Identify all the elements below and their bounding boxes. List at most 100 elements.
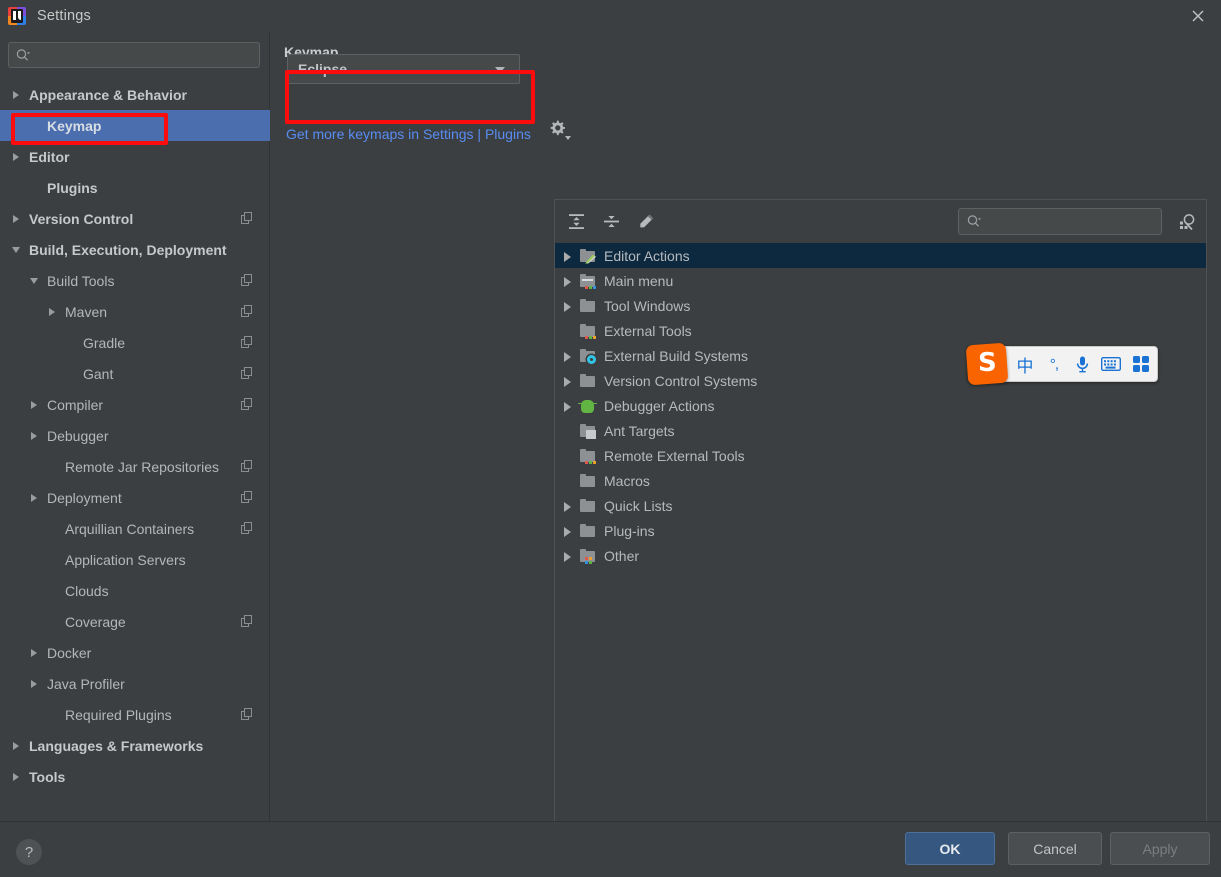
- keymap-search-input[interactable]: [958, 208, 1162, 235]
- chevron-right-icon[interactable]: [28, 491, 41, 504]
- sidebar-item-clouds[interactable]: Clouds: [0, 575, 270, 606]
- copy-settings-icon[interactable]: [241, 522, 254, 535]
- microphone-icon[interactable]: [1071, 355, 1093, 373]
- get-more-keymaps-link[interactable]: Get more keymaps in Settings | Plugins: [286, 126, 531, 142]
- copy-settings-icon[interactable]: [241, 367, 254, 380]
- sidebar-item-deployment[interactable]: Deployment: [0, 482, 270, 513]
- chevron-right-icon[interactable]: [560, 398, 576, 414]
- apps-grid-icon[interactable]: [1129, 355, 1153, 373]
- keymap-tree-row[interactable]: Main menu: [555, 268, 1206, 293]
- cancel-button[interactable]: Cancel: [1008, 832, 1102, 865]
- sidebar-item-languages-frameworks[interactable]: Languages & Frameworks: [0, 730, 270, 761]
- sidebar-item-docker[interactable]: Docker: [0, 637, 270, 668]
- sidebar-item-application-servers[interactable]: Application Servers: [0, 544, 270, 575]
- sidebar-item-build-execution-deployment[interactable]: Build, Execution, Deployment: [0, 234, 270, 265]
- sidebar-item-gant[interactable]: Gant: [0, 358, 270, 389]
- copy-settings-icon[interactable]: [241, 212, 254, 225]
- keyboard-icon[interactable]: [1099, 357, 1123, 371]
- keymap-tree-row[interactable]: Tool Windows: [555, 293, 1206, 318]
- sidebar-item-editor[interactable]: Editor: [0, 141, 270, 172]
- copy-settings-icon[interactable]: [241, 708, 254, 721]
- sidebar-item-maven[interactable]: Maven: [0, 296, 270, 327]
- sidebar-item-gradle[interactable]: Gradle: [0, 327, 270, 358]
- copy-settings-icon[interactable]: [241, 274, 254, 287]
- chevron-right-icon[interactable]: [28, 429, 41, 442]
- keymap-tree-row[interactable]: Quick Lists: [555, 493, 1206, 518]
- apply-button: Apply: [1110, 832, 1210, 865]
- ime-language-mode-button[interactable]: 中: [1013, 352, 1037, 377]
- find-by-shortcut-icon[interactable]: [1174, 209, 1202, 235]
- copy-settings-icon[interactable]: [241, 615, 254, 628]
- keymap-tree-row[interactable]: Plug-ins: [555, 518, 1206, 543]
- chevron-right-icon[interactable]: [10, 212, 23, 225]
- sidebar-item-label: Arquillian Containers: [65, 520, 195, 537]
- chevron-right-icon[interactable]: [560, 348, 576, 364]
- sidebar-item-version-control[interactable]: Version Control: [0, 203, 270, 234]
- sidebar-item-label: Build Tools: [47, 272, 115, 289]
- sidebar-item-appearance-behavior[interactable]: Appearance & Behavior: [0, 79, 270, 110]
- chevron-right-icon[interactable]: [560, 298, 576, 314]
- keymap-tree-row[interactable]: Other: [555, 543, 1206, 568]
- chevron-right-icon[interactable]: [28, 398, 41, 411]
- expand-all-icon[interactable]: [562, 207, 591, 236]
- chevron-right-icon[interactable]: [10, 150, 23, 163]
- sidebar-item-required-plugins[interactable]: Required Plugins: [0, 699, 270, 730]
- chevron-right-icon[interactable]: [10, 88, 23, 101]
- ok-button[interactable]: OK: [905, 832, 995, 865]
- settings-category-tree[interactable]: Appearance & Behavior Keymap Editor Plugins…: [0, 79, 270, 792]
- keymap-tree-row-label: Tool Windows: [604, 297, 691, 314]
- sidebar-item-compiler[interactable]: Compiler: [0, 389, 270, 420]
- chevron-right-icon[interactable]: [10, 739, 23, 752]
- copy-settings-icon[interactable]: [241, 336, 254, 349]
- chevron-right-icon[interactable]: [28, 646, 41, 659]
- close-icon[interactable]: [1175, 0, 1221, 31]
- copy-settings-icon[interactable]: [241, 460, 254, 473]
- sidebar-item-arquillian-containers[interactable]: Arquillian Containers: [0, 513, 270, 544]
- chevron-right-icon[interactable]: [46, 305, 59, 318]
- sogou-logo-icon[interactable]: S: [965, 342, 1009, 386]
- sidebar-item-build-tools[interactable]: Build Tools: [0, 265, 270, 296]
- copy-settings-icon[interactable]: [241, 305, 254, 318]
- keymap-select[interactable]: Eclipse: [280, 44, 520, 93]
- ime-punctuation-button[interactable]: °,: [1043, 356, 1065, 373]
- sidebar-item-label: Editor: [29, 148, 70, 165]
- chevron-right-icon[interactable]: [560, 548, 576, 564]
- keymap-options-gear-button[interactable]: [546, 117, 574, 145]
- chevron-right-icon[interactable]: [28, 677, 41, 690]
- chevron-right-icon[interactable]: [560, 248, 576, 264]
- sidebar-item-java-profiler[interactable]: Java Profiler: [0, 668, 270, 699]
- keymap-tree-row[interactable]: Remote External Tools: [555, 443, 1206, 468]
- keymap-tree-row[interactable]: Ant Targets: [555, 418, 1206, 443]
- help-button[interactable]: ?: [16, 839, 42, 865]
- keymap-tree-row[interactable]: Debugger Actions: [555, 393, 1206, 418]
- settings-search-input[interactable]: [8, 42, 260, 68]
- chevron-right-icon[interactable]: [10, 770, 23, 783]
- chevron-right-icon[interactable]: [560, 273, 576, 289]
- sidebar-item-coverage[interactable]: Coverage: [0, 606, 270, 637]
- folder-tools-icon: [579, 323, 596, 339]
- sidebar-item-debugger[interactable]: Debugger: [0, 420, 270, 451]
- chevron-down-icon[interactable]: [28, 274, 41, 287]
- sogou-ime-toolbar[interactable]: S 中 °,: [965, 342, 1158, 386]
- keymap-tree-row[interactable]: External Tools: [555, 318, 1206, 343]
- chevron-right-icon[interactable]: [560, 373, 576, 389]
- chevron-right-icon[interactable]: [560, 523, 576, 539]
- keymap-action-tree[interactable]: Editor Actions Main menu Tool Windows Exter…: [555, 243, 1206, 828]
- chevron-right-icon[interactable]: [560, 498, 576, 514]
- sidebar-item-tools[interactable]: Tools: [0, 761, 270, 792]
- sidebar-item-remote-jar-repositories[interactable]: Remote Jar Repositories: [0, 451, 270, 482]
- copy-settings-icon[interactable]: [241, 398, 254, 411]
- keymap-tree-row[interactable]: Macros: [555, 468, 1206, 493]
- sidebar-item-keymap[interactable]: Keymap: [0, 110, 270, 141]
- copy-settings-icon[interactable]: [241, 491, 254, 504]
- chevron-down-icon[interactable]: [10, 243, 23, 256]
- keymap-tree-row[interactable]: Editor Actions: [555, 243, 1206, 268]
- edit-pencil-icon[interactable]: [632, 207, 661, 236]
- collapse-all-icon[interactable]: [597, 207, 626, 236]
- sidebar-item-plugins[interactable]: Plugins: [0, 172, 270, 203]
